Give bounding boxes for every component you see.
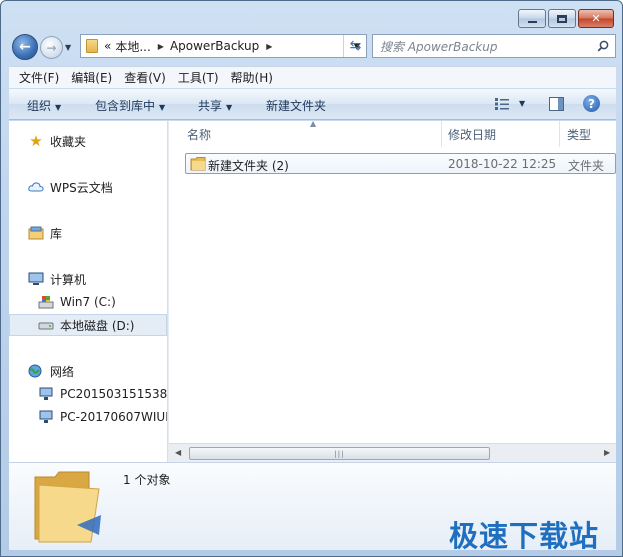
change-view-icon[interactable] [495,98,509,110]
column-date-label: 修改日期 [448,127,497,142]
new-folder-button[interactable]: 新建文件夹 [266,97,326,114]
nav-pc-2-label: PC-20170607WIUN [60,410,167,424]
back-arrow-icon: ← [19,39,31,55]
nav-favorites-label: 收藏夹 [50,134,87,149]
nav-drive-d-label: 本地磁盘 (D:) [60,318,135,333]
system-drive-icon [38,296,54,309]
share-label: 共享 [198,99,223,113]
menu-view[interactable]: 查看(V) [124,69,166,86]
breadcrumb-separator-icon[interactable]: ▶ [266,42,272,51]
column-header-date[interactable]: 修改日期 [448,121,496,147]
grip-icon: ||| [334,449,345,458]
nav-drive-c[interactable]: Win7 (C:) [9,291,167,313]
nav-wps-label: WPS云文档 [50,180,113,195]
details-pane: 1 个对象 极速下载站 [9,462,616,553]
star-icon: ★ [29,132,43,150]
forward-button[interactable]: → [40,36,63,59]
menu-file[interactable]: 文件(F) [19,69,59,86]
file-date: 2018-10-22 12:25 [448,157,557,171]
refresh-icon: ⇆ [349,38,362,54]
minimize-icon [527,20,537,23]
chevron-down-icon: ▼ [226,103,233,112]
computer-icon [28,272,44,285]
computer-icon [39,387,53,400]
navigation-pane[interactable]: ★ 收藏夹 WPS云文档 库 计算机 Win7 (C:) 本地磁盘 (D:) 网… [9,121,167,462]
computer-icon [39,410,53,423]
command-bar: 组织 ▼ 包含到库中 ▼ 共享 ▼ 新建文件夹 ▼ ? [9,89,616,120]
nav-drive-c-label: Win7 (C:) [60,295,116,309]
explorer-window: ✕ ← → ▼ « 本地... ▶ ApowerBackup ▶ ▼ ⇆ 搜索 … [0,0,623,557]
search-icon[interactable] [597,40,609,52]
network-icon [28,364,42,378]
chevron-down-icon: ▼ [55,103,62,112]
file-row[interactable]: 新建文件夹 (2) 2018-10-22 12:25 文件夹 [185,153,616,174]
address-bar[interactable]: « 本地... ▶ ApowerBackup ▶ ▼ [80,34,367,58]
library-icon [28,226,44,240]
scrollbar-thumb[interactable]: ||| [189,447,490,460]
scroll-right-icon[interactable]: ▶ [604,448,610,457]
horizontal-scrollbar[interactable]: ◀ ||| ▶ [169,443,616,462]
nav-pc-1-label: PC201503151538 [60,387,167,401]
nav-favorites[interactable]: ★ 收藏夹 [9,130,167,152]
include-library-label: 包含到库中 [95,99,156,113]
nav-pc-1[interactable]: PC201503151538 [9,383,167,405]
breadcrumb-separator-icon[interactable]: ▶ [158,42,164,51]
address-overflow[interactable]: « [104,39,111,53]
minimize-button[interactable] [518,9,546,28]
nav-computer[interactable]: 计算机 [9,268,167,290]
forward-arrow-icon: → [46,40,57,55]
item-count: 1 个对象 [123,473,171,487]
nav-pc-2[interactable]: PC-20170607WIUN [9,406,167,428]
maximize-button[interactable] [548,9,576,28]
help-icon[interactable]: ? [583,95,600,112]
file-name: 新建文件夹 (2) [208,159,289,173]
column-header-type[interactable]: 类型 [567,121,591,147]
column-divider[interactable] [441,121,442,147]
chevron-down-icon: ▼ [159,103,166,112]
content-area: ★ 收藏夹 WPS云文档 库 计算机 Win7 (C:) 本地磁盘 (D:) 网… [9,119,616,462]
maximize-icon [557,14,567,23]
hard-drive-icon [38,322,54,330]
breadcrumb-apowerbackup[interactable]: ApowerBackup [170,39,259,53]
menu-tools[interactable]: 工具(T) [178,69,219,86]
nav-computer-label: 计算机 [50,272,87,287]
search-input[interactable]: 搜索 ApowerBackup [372,34,616,58]
preview-pane-icon[interactable] [549,97,564,111]
column-type-label: 类型 [567,127,592,142]
close-icon: ✕ [591,12,601,25]
menu-edit[interactable]: 编辑(E) [71,69,112,86]
recent-pages-dropdown[interactable]: ▼ [65,43,71,52]
column-header-name[interactable]: 名称 [187,121,211,147]
cloud-icon [28,182,44,192]
share-button[interactable]: 共享 ▼ [198,97,232,114]
menu-bar: 文件(F) 编辑(E) 查看(V) 工具(T) 帮助(H) [9,66,616,88]
column-divider[interactable] [559,121,560,147]
folder-icon [190,157,206,171]
nav-network[interactable]: 网络 [9,360,167,382]
view-options-dropdown[interactable]: ▼ [519,99,525,108]
organize-label: 组织 [27,99,52,113]
search-placeholder: 搜索 ApowerBackup [380,39,498,54]
column-name-label: 名称 [187,127,212,142]
refresh-button[interactable]: ⇆ [343,35,367,57]
new-folder-label: 新建文件夹 [266,99,327,113]
file-type: 文件夹 [568,159,605,173]
nav-library-label: 库 [50,226,63,241]
file-list[interactable]: ▲ 名称 修改日期 类型 新建文件夹 (2) 2018-10-22 12:25 … [169,119,616,462]
site-watermark: 极速下载站 [449,519,600,553]
nav-network-label: 网络 [50,364,75,379]
folder-icon [86,39,98,53]
back-button[interactable]: ← [12,34,38,60]
include-in-library-button[interactable]: 包含到库中 ▼ [95,97,165,114]
scroll-left-icon[interactable]: ◀ [175,448,181,457]
nav-drive-d[interactable]: 本地磁盘 (D:) [9,314,167,336]
nav-library[interactable]: 库 [9,222,167,244]
menu-help[interactable]: 帮助(H) [231,69,273,86]
large-folder-icon [34,471,101,543]
sort-indicator-icon: ▲ [310,119,317,128]
close-button[interactable]: ✕ [578,9,614,28]
nav-wps-cloud[interactable]: WPS云文档 [9,176,167,198]
organize-button[interactable]: 组织 ▼ [27,97,61,114]
breadcrumb-local-disk[interactable]: 本地... [115,38,150,55]
